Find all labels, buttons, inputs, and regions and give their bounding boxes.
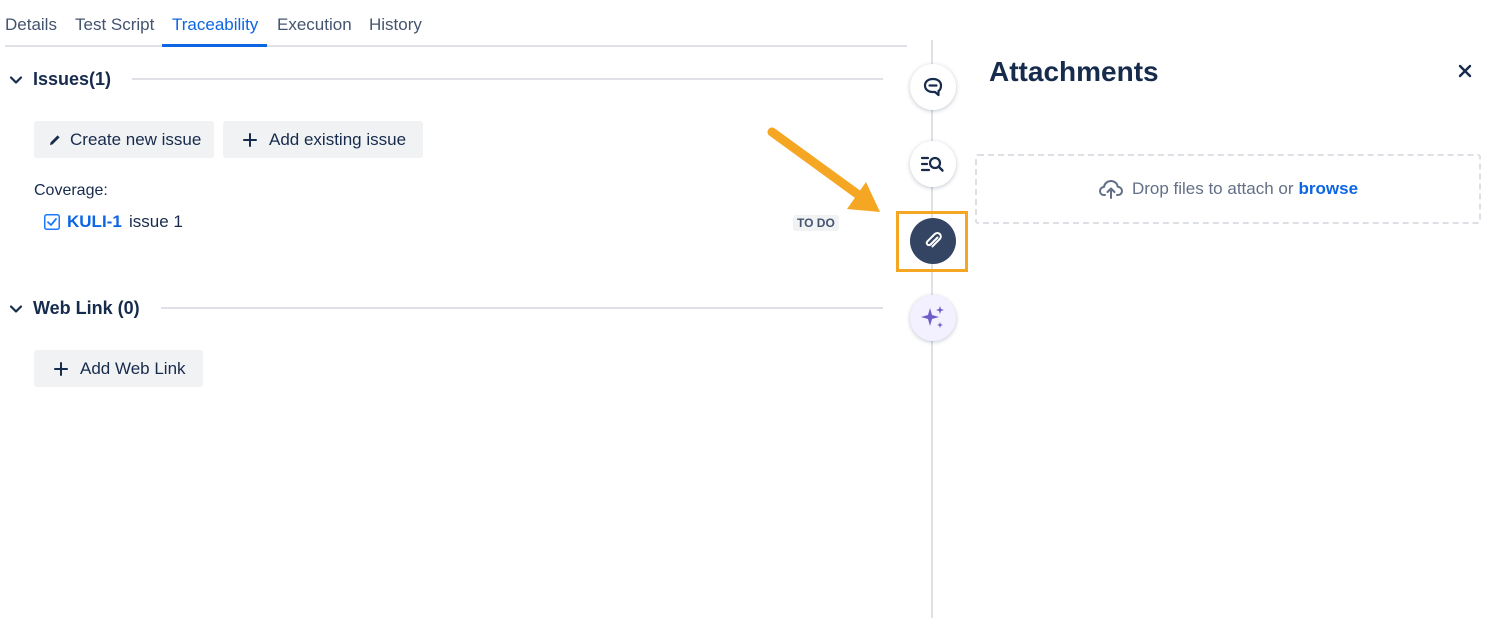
- tab-test-script[interactable]: Test Script: [75, 13, 154, 45]
- coverage-label: Coverage:: [34, 182, 108, 199]
- comments-button[interactable]: [910, 64, 956, 110]
- ai-assistant-button[interactable]: [910, 295, 956, 341]
- search-details-button[interactable]: [910, 141, 956, 187]
- file-dropzone[interactable]: Drop files to attach or browse: [975, 154, 1481, 224]
- section-divider: [132, 78, 883, 80]
- dropzone-text: Drop files to attach or: [1131, 179, 1294, 198]
- add-existing-issue-button[interactable]: Add existing issue: [223, 121, 423, 158]
- issues-section-title: Issues(1): [33, 69, 112, 89]
- ai-sparkle-icon: [921, 306, 944, 328]
- plus-icon: [243, 132, 257, 147]
- create-new-issue-label: Create new issue: [70, 129, 202, 149]
- tab-bar: Details Test Script Traceability Executi…: [0, 0, 907, 48]
- chevron-down-icon[interactable]: [8, 301, 24, 317]
- issue-summary: issue 1: [129, 212, 183, 231]
- tab-execution[interactable]: Execution: [277, 13, 352, 45]
- browse-link[interactable]: browse: [1299, 179, 1359, 199]
- section-divider: [161, 307, 883, 309]
- cloud-upload-icon: [1098, 178, 1124, 200]
- issue-key-link[interactable]: KULI-1: [67, 212, 122, 232]
- arrow-annotation-icon: [767, 127, 880, 212]
- add-existing-issue-label: Add existing issue: [269, 129, 407, 149]
- weblink-section-title: Web Link (0): [33, 298, 140, 318]
- search-list-icon: [920, 156, 944, 172]
- active-tab-indicator: [162, 44, 267, 47]
- close-icon: [1458, 64, 1472, 78]
- highlight-box: [896, 211, 968, 272]
- panel-title: Attachments: [989, 56, 1159, 87]
- tab-history[interactable]: History: [369, 13, 422, 45]
- pencil-icon: [48, 133, 62, 147]
- tab-details[interactable]: Details: [5, 13, 57, 45]
- tab-bar-divider: [5, 45, 907, 47]
- issue-type-task-icon: [44, 214, 60, 230]
- plus-icon: [54, 361, 68, 376]
- add-web-link-label: Add Web Link: [80, 358, 186, 378]
- create-new-issue-button[interactable]: Create new issue: [34, 121, 214, 158]
- comment-icon: [923, 77, 943, 97]
- tab-traceability[interactable]: Traceability: [172, 13, 258, 45]
- close-button[interactable]: [1454, 60, 1476, 82]
- add-web-link-button[interactable]: Add Web Link: [34, 350, 203, 387]
- weblink-section-header[interactable]: Web Link (0): [0, 295, 890, 323]
- chevron-down-icon[interactable]: [8, 72, 24, 88]
- issues-section-header[interactable]: Issues(1): [0, 66, 890, 94]
